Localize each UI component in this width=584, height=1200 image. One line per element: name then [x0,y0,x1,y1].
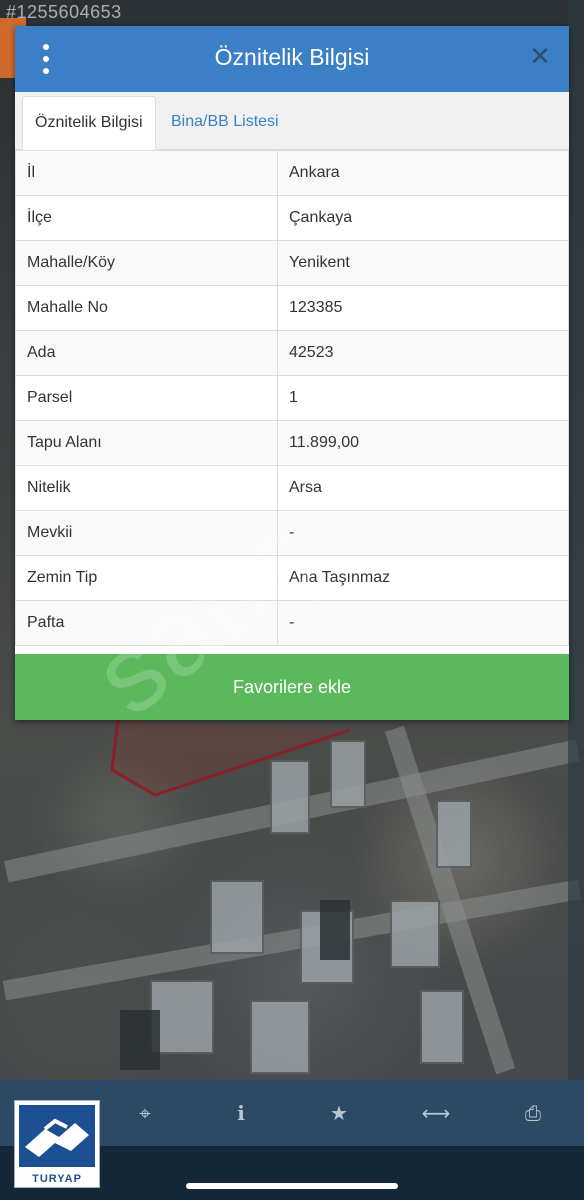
table-row: Nitelik Arsa [15,465,569,511]
tab-bar: Öznitelik Bilgisi Bina/BB Listesi [15,92,569,150]
panel-title: Öznitelik Bilgisi [214,44,370,70]
crosshair-icon[interactable]: ⌖ [130,1098,160,1128]
attr-key: Zemin Tip [15,555,278,601]
tab-attributes[interactable]: Öznitelik Bilgisi [22,96,156,150]
add-to-favorites-button[interactable]: Favorilere ekle [15,654,569,720]
attribute-panel: Öznitelik Bilgisi ✕ Öznitelik Bilgisi Bi… [15,26,569,720]
table-row: Tapu Alanı 11.899,00 [15,420,569,466]
attr-value: 11.899,00 [277,420,569,466]
tab-building-list[interactable]: Bina/BB Listesi [159,96,291,148]
attr-key: Mahalle/Köy [15,240,278,286]
attr-value: - [277,510,569,556]
home-indicator[interactable] [186,1183,398,1189]
attr-key: Parsel [15,375,278,421]
attr-value: Yenikent [277,240,569,286]
listing-id: #1255604653 [6,2,122,22]
logo-text: TURYAP [32,1173,82,1185]
print-icon[interactable]: ⎙ [518,1098,548,1128]
attr-value: 123385 [277,285,569,331]
close-icon[interactable]: ✕ [529,42,551,72]
measure-icon[interactable]: ⟷ [421,1098,451,1128]
turyap-logo: TURYAP [14,1100,100,1188]
table-row: Zemin Tip Ana Taşınmaz [15,555,569,601]
table-row: İl Ankara [15,150,569,196]
attr-value: - [277,600,569,646]
attr-value: Ana Taşınmaz [277,555,569,601]
panel-header: Öznitelik Bilgisi ✕ [15,26,569,92]
attr-value: Ankara [277,150,569,196]
map-edge-strip [568,0,584,1090]
attr-value: 42523 [277,330,569,376]
attr-key: Nitelik [15,465,278,511]
attr-key: Mahalle No [15,285,278,331]
attr-key: İlçe [15,195,278,241]
attr-value: 1 [277,375,569,421]
attr-key: Tapu Alanı [15,420,278,466]
attr-key: Mevkii [15,510,278,556]
table-row: Mahalle No 123385 [15,285,569,331]
attr-key: Pafta [15,600,278,646]
table-row: İlçe Çankaya [15,195,569,241]
attr-value: Çankaya [277,195,569,241]
table-row: Parsel 1 [15,375,569,421]
handshake-icon [19,1105,95,1167]
table-row: Ada 42523 [15,330,569,376]
attr-key: İl [15,150,278,196]
table-row: Mahalle/Köy Yenikent [15,240,569,286]
table-row: Mevkii - [15,510,569,556]
attr-value: Arsa [277,465,569,511]
table-row: Pafta - [15,600,569,646]
star-icon[interactable]: ★ [324,1098,354,1128]
attr-key: Ada [15,330,278,376]
info-icon[interactable]: i [226,1098,256,1128]
attribute-table: İl Ankara İlçe Çankaya Mahalle/Köy Yenikent… [15,150,569,646]
